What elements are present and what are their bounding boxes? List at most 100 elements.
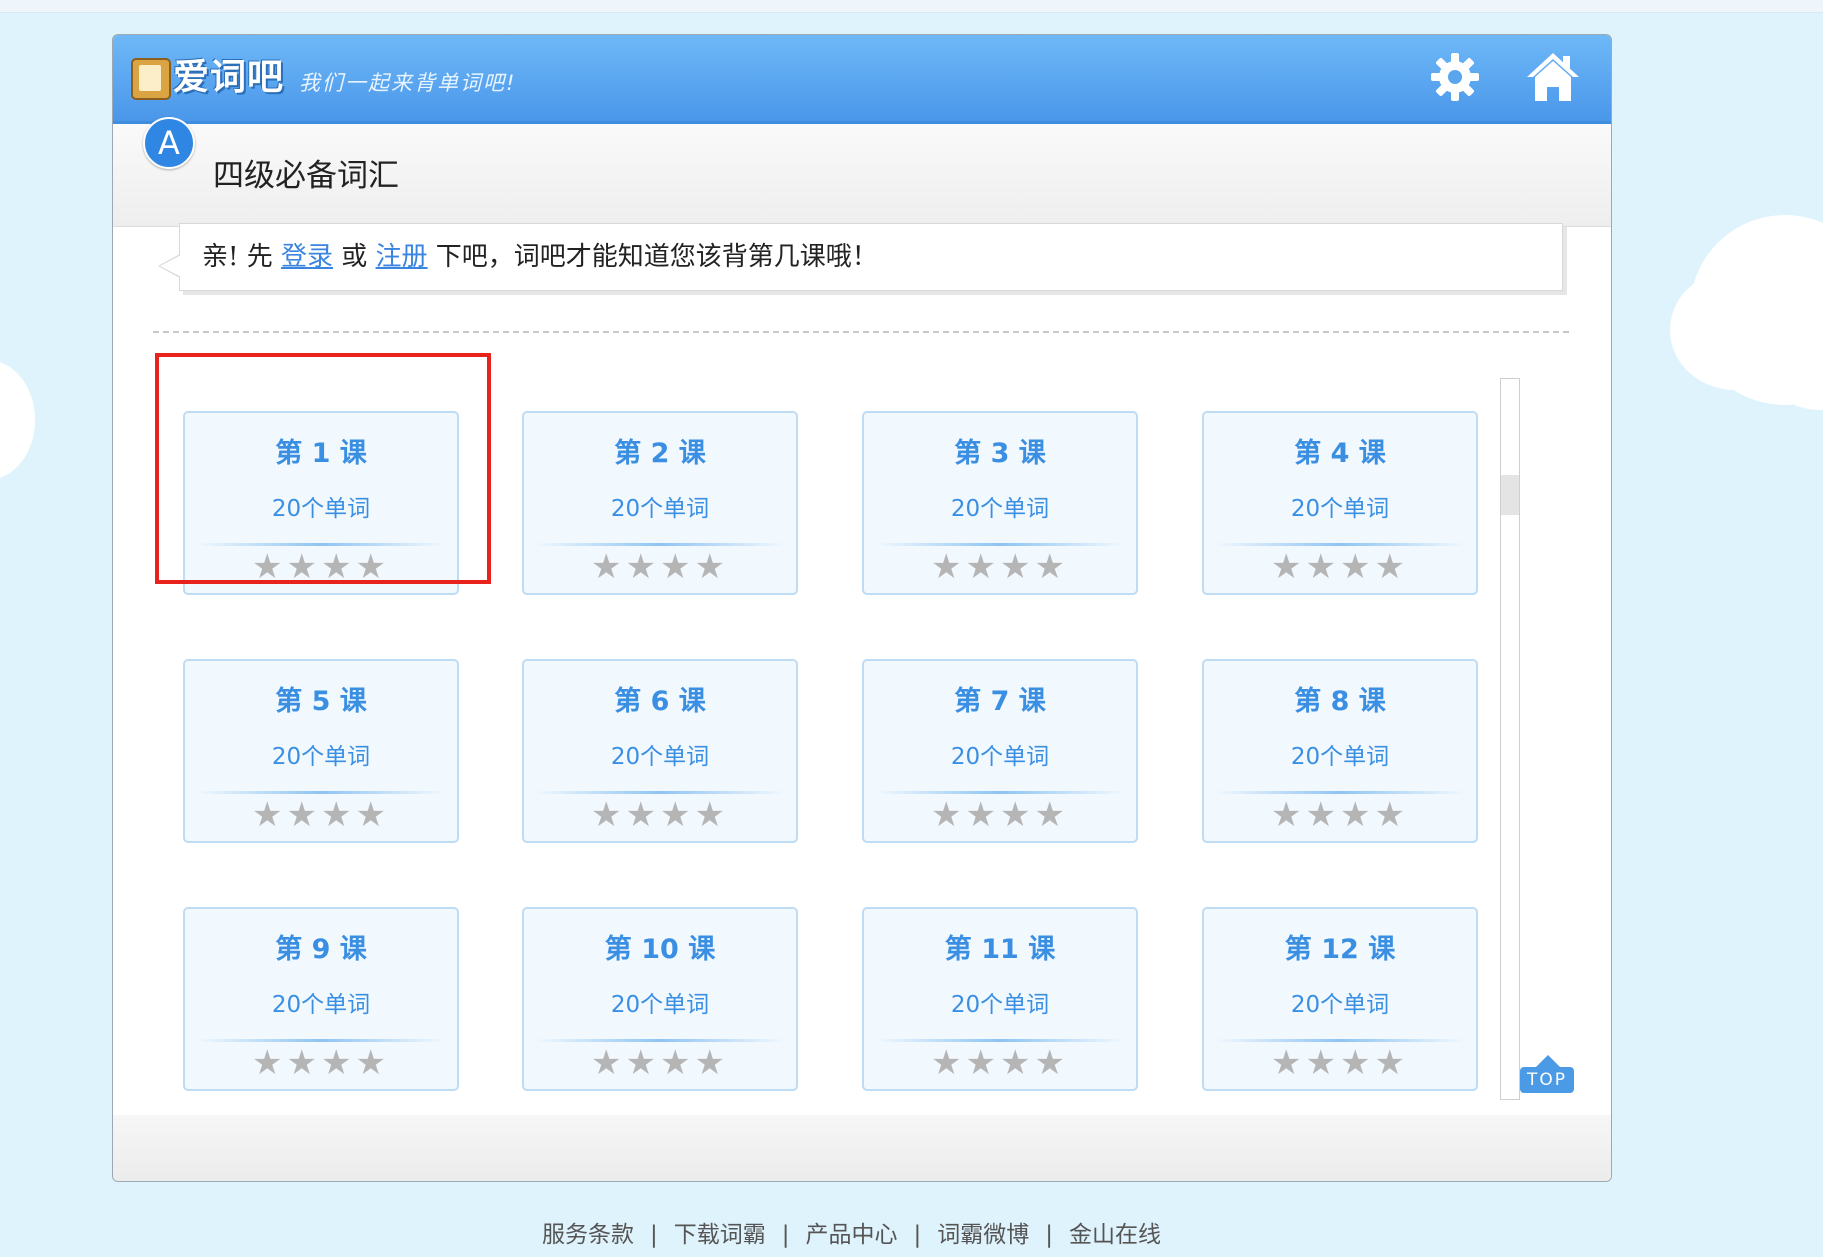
star-rating: ★★★★: [252, 547, 390, 587]
lesson-number: 5: [311, 686, 331, 717]
lesson-suffix: 课: [678, 438, 706, 469]
footer-separator: |: [781, 1222, 790, 1248]
notebook-logo-icon: [131, 58, 171, 100]
lesson-word-count: 20个单词: [271, 744, 371, 770]
lesson-suffix: 课: [1018, 686, 1046, 717]
lesson-card[interactable]: 第 1 课 20个单词 ★★★★: [183, 411, 459, 595]
star-rating: ★★★★: [1271, 795, 1409, 835]
gear-icon[interactable]: [1425, 47, 1485, 107]
notice-suffix: 下吧，词吧才能知道您该背第几课哦！: [427, 242, 878, 272]
app-header: 爱词吧 我们一起来背单词吧!: [113, 35, 1611, 124]
footer-link-weibo[interactable]: 词霸微博: [937, 1222, 1029, 1248]
lesson-prefix: 第: [275, 686, 303, 717]
cloud-decoration: [0, 360, 35, 480]
lesson-suffix: 课: [1358, 438, 1386, 469]
lesson-prefix: 第: [614, 686, 642, 717]
lesson-grid: 第 1 课 20个单词 ★★★★ 第 2 课 20个单词 ★★★★ 第 3 课 …: [113, 335, 1593, 1093]
lesson-suffix: 课: [688, 934, 716, 965]
lesson-word-count: 20个单词: [1290, 496, 1390, 522]
lesson-suffix: 课: [1358, 686, 1386, 717]
lesson-suffix: 课: [1018, 438, 1046, 469]
footer-link-download[interactable]: 下载词霸: [674, 1222, 766, 1248]
star-rating: ★★★★: [1271, 547, 1409, 587]
lesson-suffix: 课: [1028, 934, 1056, 965]
lesson-prefix: 第: [275, 438, 303, 469]
footer-separator: |: [1045, 1222, 1053, 1248]
logo-text[interactable]: 爱词吧: [173, 55, 284, 101]
lesson-number: 12: [1321, 934, 1359, 965]
lesson-prefix: 第: [1284, 934, 1312, 965]
footer-link-products[interactable]: 产品中心: [806, 1222, 898, 1248]
lesson-word-count: 20个单词: [950, 992, 1050, 1018]
lesson-number: 11: [981, 934, 1019, 965]
lesson-prefix: 第: [614, 438, 642, 469]
star-rating: ★★★★: [591, 547, 729, 587]
back-to-top-button[interactable]: TOP: [1520, 1055, 1576, 1095]
lesson-card[interactable]: 第 11 课 20个单词 ★★★★: [862, 907, 1138, 1091]
divider: [153, 331, 1569, 333]
lesson-card[interactable]: 第 10 课 20个单词 ★★★★: [522, 907, 798, 1091]
lesson-prefix: 第: [944, 934, 972, 965]
lesson-card[interactable]: 第 9 课 20个单词 ★★★★: [183, 907, 459, 1091]
register-link[interactable]: 注册: [376, 242, 428, 272]
lesson-number: 8: [1330, 686, 1350, 717]
lesson-prefix: 第: [604, 934, 632, 965]
lesson-card[interactable]: 第 3 课 20个单词 ★★★★: [862, 411, 1138, 595]
lesson-card[interactable]: 第 7 课 20个单词 ★★★★: [862, 659, 1138, 843]
lesson-word-count: 20个单词: [1290, 744, 1390, 770]
star-rating: ★★★★: [931, 547, 1069, 587]
lesson-card[interactable]: 第 5 课 20个单词 ★★★★: [183, 659, 459, 843]
login-link[interactable]: 登录: [281, 242, 333, 272]
lesson-number: 3: [990, 438, 1010, 469]
scrollbar-thumb[interactable]: [1501, 475, 1519, 515]
lesson-suffix: 课: [1368, 934, 1396, 965]
lesson-word-count: 20个单词: [610, 744, 710, 770]
star-rating: ★★★★: [931, 1043, 1069, 1083]
lesson-number: 9: [311, 934, 331, 965]
lesson-word-count: 20个单词: [610, 496, 710, 522]
lesson-number: 10: [641, 934, 679, 965]
slogan: 我们一起来背单词吧!: [299, 71, 517, 95]
lesson-suffix: 课: [678, 686, 706, 717]
lesson-word-count: 20个单词: [271, 992, 371, 1018]
lesson-word-count: 20个单词: [1290, 992, 1390, 1018]
star-rating: ★★★★: [591, 1043, 729, 1083]
lesson-number: 1: [311, 438, 331, 469]
notice-prefix: 亲! 先: [202, 242, 281, 272]
footer-link-kingsoft[interactable]: 金山在线: [1069, 1222, 1161, 1248]
page-title: 四级必备词汇: [213, 158, 399, 194]
lesson-card[interactable]: 第 6 课 20个单词 ★★★★: [522, 659, 798, 843]
level-badge: A: [143, 117, 195, 169]
lesson-word-count: 20个单词: [950, 496, 1050, 522]
lesson-prefix: 第: [275, 934, 303, 965]
app-window: 爱词吧 我们一起来背单词吧! A 四级必备词汇 亲! 先 登录 或 注册 下吧，…: [112, 34, 1612, 1182]
lesson-number: 7: [990, 686, 1010, 717]
lesson-card[interactable]: 第 12 课 20个单词 ★★★★: [1202, 907, 1478, 1091]
lesson-number: 2: [650, 438, 670, 469]
lesson-word-count: 20个单词: [271, 496, 371, 522]
star-rating: ★★★★: [252, 1043, 390, 1083]
lesson-card[interactable]: 第 4 课 20个单词 ★★★★: [1202, 411, 1478, 595]
lesson-suffix: 课: [339, 438, 367, 469]
top-label: TOP: [1520, 1067, 1574, 1093]
lesson-prefix: 第: [1294, 686, 1322, 717]
lesson-card[interactable]: 第 8 课 20个单词 ★★★★: [1202, 659, 1478, 843]
home-icon[interactable]: [1523, 47, 1583, 107]
browser-top-strip: [0, 0, 1823, 13]
footer-link-terms[interactable]: 服务条款: [542, 1222, 634, 1248]
lesson-number: 6: [650, 686, 670, 717]
star-rating: ★★★★: [591, 795, 729, 835]
lesson-number: 4: [1330, 438, 1350, 469]
footer-separator: |: [913, 1222, 922, 1248]
lesson-word-count: 20个单词: [610, 992, 710, 1018]
lesson-suffix: 课: [339, 934, 367, 965]
lesson-prefix: 第: [954, 686, 982, 717]
star-rating: ★★★★: [1271, 1043, 1409, 1083]
lesson-prefix: 第: [1294, 438, 1322, 469]
lesson-prefix: 第: [954, 438, 982, 469]
lesson-suffix: 课: [339, 686, 367, 717]
lesson-scrollbar[interactable]: [1500, 378, 1520, 1100]
star-rating: ★★★★: [252, 795, 390, 835]
lesson-card[interactable]: 第 2 课 20个单词 ★★★★: [522, 411, 798, 595]
login-notice: 亲! 先 登录 或 注册 下吧，词吧才能知道您该背第几课哦！: [158, 223, 1563, 291]
